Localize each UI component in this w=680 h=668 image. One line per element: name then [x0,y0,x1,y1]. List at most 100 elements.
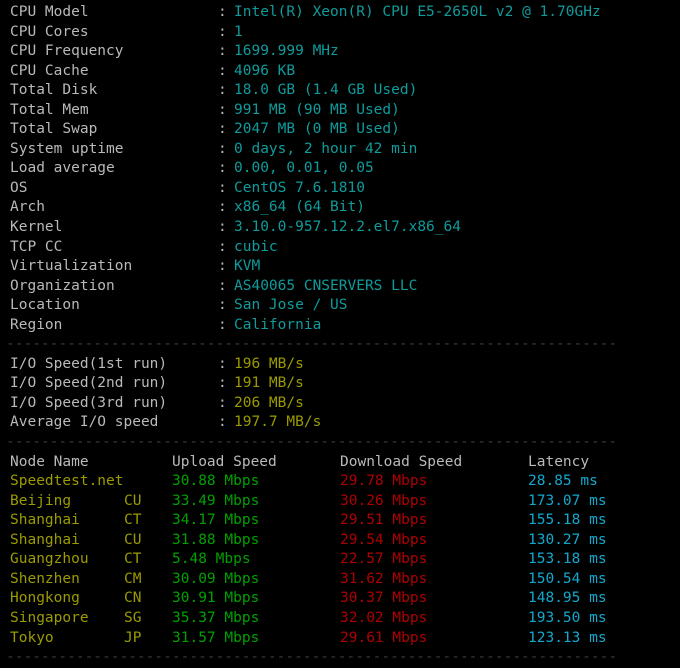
info-row-colon: : [218,297,227,314]
info-row-label: CPU Model [10,4,89,20]
info-row-label: Total Swap [10,121,98,138]
speedtest-download-speed: 29.51 Mbps [340,512,428,529]
info-row-colon: : [218,62,227,79]
speedtest-latency: 123.13 ms [528,629,607,646]
speedtest-download-speed: 29.61 Mbps [340,629,428,646]
info-row-colon: : [218,160,227,177]
info-row-label: Total Mem [10,101,89,118]
info-row-label: Load average [10,160,115,177]
speedtest-upload-speed: 34.17 Mbps [172,512,260,529]
info-row-label: Virtualization [10,258,133,275]
io-row-value: 197.7 MB/s [234,414,322,431]
speedtest-download-speed: 22.57 Mbps [340,551,428,568]
speedtest-row: Guangzhou CT 5.48 Mbps 22.57 Mbps 153.18 ms [0,550,680,570]
speedtest-node-name: Shanghai [10,512,80,529]
info-row-colon: : [218,238,227,255]
io-row: I/O Speed(2nd run):191 MB/s [0,374,680,394]
info-row-colon: : [218,219,227,236]
speedtest-latency: 28.85 ms [528,473,598,490]
speedtest-carrier: CU [124,531,142,548]
info-row: CPU Frequency:1699.999 MHz [0,42,680,62]
info-row-value: 3.10.0-957.12.2.el7.x86_64 [234,219,461,236]
speedtest-latency: 153.18 ms [528,551,607,568]
terminal-window: CPU Model: Intel(R) Xeon(R) CPU E5-2650L … [0,0,680,665]
info-row-label: CPU Frequency [10,43,124,60]
info-row: CPU Cores:1 [0,23,680,43]
info-row-colon: : [218,199,227,216]
speedtest-latency: 148.95 ms [528,590,607,607]
speedtest-carrier: CT [124,512,142,529]
info-row: Total Swap:2047 MB (0 MB Used) [0,120,680,140]
info-row: CPU Model: Intel(R) Xeon(R) CPU E5-2650L … [0,3,680,23]
speedtest-node-name: Beijing [10,492,72,509]
info-row-label: Total Disk [10,82,98,99]
info-row: TCP CC: cubic [0,238,680,258]
info-row-colon: : [218,140,227,157]
info-row-label: Region [10,316,63,333]
speedtest-row: Shanghai CT 34.17 Mbps 29.51 Mbps 155.18 ms [0,511,680,531]
speedtest-upload-speed: 33.49 Mbps [172,492,260,509]
speedtest-node-name: Shanghai [10,531,80,548]
speedtest-download-speed: 29.54 Mbps [340,531,428,548]
speedtest-node-name: Speedtest.net [10,473,124,490]
speedtest-upload-speed: 30.09 Mbps [172,570,260,587]
speedtest-node-name: Hongkong [10,590,80,607]
speedtest-upload-speed: 31.88 Mbps [172,531,260,548]
info-row-label: TCP CC [10,238,63,255]
speedtest-download-speed: 30.37 Mbps [340,590,428,607]
speedtest-upload-speed: 30.91 Mbps [172,590,260,607]
speedtest-upload-speed: 5.48 Mbps [172,551,251,568]
info-row-value: 0.00, 0.01, 0.05 [234,160,374,177]
io-speed-section: I/O Speed(1st run):196 MB/s I/O Speed(2nd… [0,355,680,433]
speedtest-carrier: CN [124,590,142,607]
speedtest-row: Hongkong CN 30.91 Mbps 30.37 Mbps 148.95 ms [0,589,680,609]
info-row: Arch: x86_64 (64 Bit) [0,198,680,218]
info-row: Kernel:3.10.0-957.12.2.el7.x86_64 [0,218,680,238]
speedtest-latency: 155.18 ms [528,512,607,529]
header-latency: Latency [528,453,590,470]
header-node-name: Node Name [10,453,89,470]
info-row-colon: : [218,43,227,60]
info-row-value: 4096 KB [234,62,296,79]
io-row-label: Average I/O speed [10,414,159,431]
info-row-colon: : [218,121,227,138]
io-row-value: 191 MB/s [234,375,304,392]
info-row: Region: California [0,316,680,336]
speedtest-row: Tokyo JP 31.57 Mbps 29.61 Mbps 123.13 ms [0,629,680,649]
info-row-colon: : [218,258,227,275]
info-row: Organization: AS40065 CNSERVERS LLC [0,277,680,297]
info-row-colon: : [218,179,227,196]
info-row-label: Location [10,297,80,314]
info-row-colon: : [218,82,227,99]
io-row: I/O Speed(1st run):196 MB/s [0,355,680,375]
info-row-value: CentOS 7.6.1810 [234,179,365,196]
speedtest-row: Shenzhen CM 30.09 Mbps 31.62 Mbps 150.54 ms [0,570,680,590]
io-row-colon: : [218,394,227,411]
info-row-value: Intel(R) Xeon(R) CPU E5-2650L v2 @ 1.70G… [234,4,601,20]
info-row-label: System uptime [10,140,124,157]
info-row-value: AS40065 CNSERVERS LLC [234,277,418,294]
info-row-colon: : [218,101,227,118]
header-upload-speed: Upload Speed [172,453,277,470]
info-row-value: KVM [234,258,261,275]
info-row: Virtualization: KVM [0,257,680,277]
speedtest-section: Node Name Upload Speed Download Speed Laten… [0,453,680,648]
info-row: Load average:0.00, 0.01, 0.05 [0,159,680,179]
info-row: System uptime:0 days, 2 hour 42 min [0,140,680,160]
divider-middle: ----------------------------------------… [6,434,618,451]
speedtest-upload-speed: 35.37 Mbps [172,609,260,626]
io-row: Average I/O speed:197.7 MB/s [0,413,680,433]
io-row-label: I/O Speed(1st run) [10,355,168,372]
info-row-colon: : [218,316,227,333]
speedtest-download-speed: 31.62 Mbps [340,570,428,587]
info-row-value: 18.0 GB (1.4 GB Used) [234,82,418,99]
io-row-value: 206 MB/s [234,394,304,411]
speedtest-latency: 150.54 ms [528,570,607,587]
speedtest-carrier: CM [124,570,142,587]
speedtest-row: Beijing CU 33.49 Mbps 30.26 Mbps 173.07 ms [0,492,680,512]
speedtest-carrier: JP [124,629,142,646]
info-row-value: 2047 MB (0 MB Used) [234,121,400,138]
speedtest-latency: 130.27 ms [528,531,607,548]
info-row-value: California [234,316,322,333]
io-row-colon: : [218,355,227,372]
